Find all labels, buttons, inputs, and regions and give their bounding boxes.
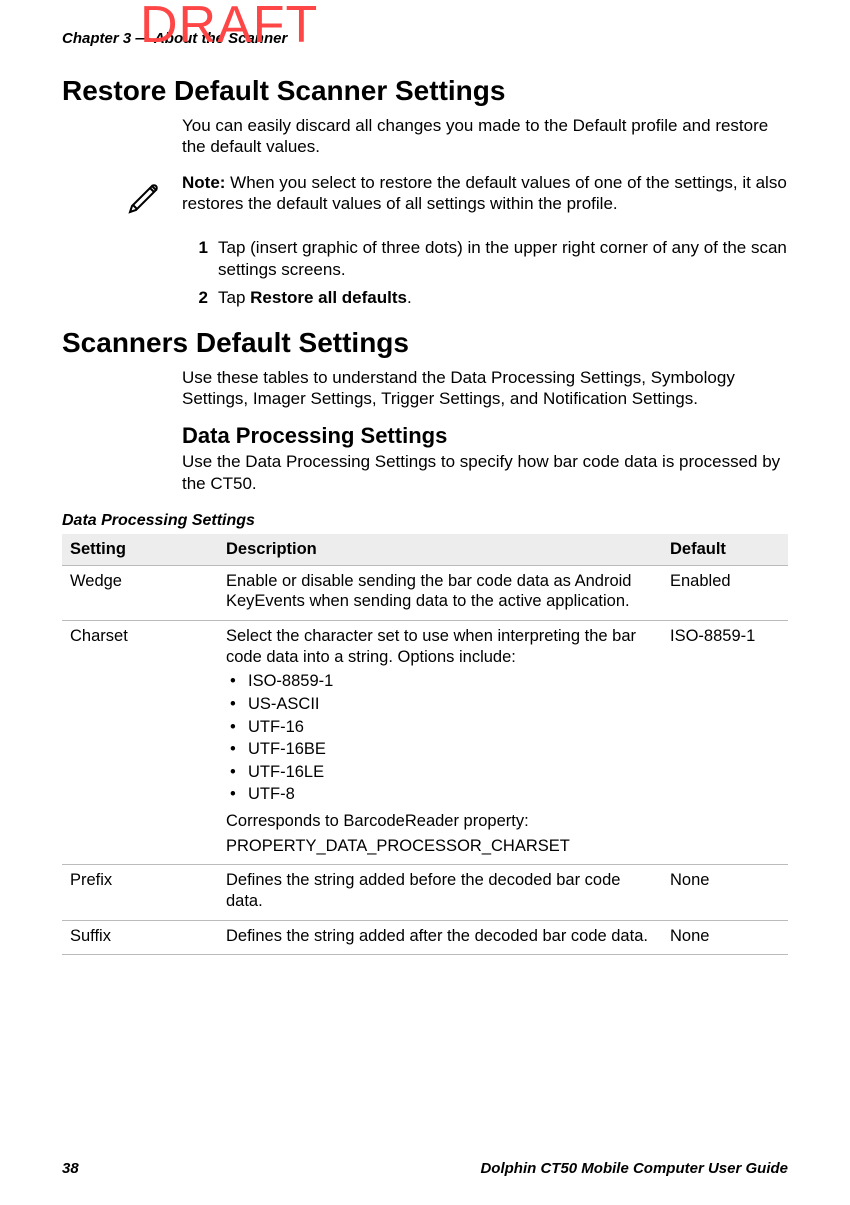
cell-setting: Wedge: [62, 565, 218, 620]
step-number: 2: [182, 287, 208, 309]
list-item: UTF-16BE: [230, 739, 654, 760]
th-default: Default: [662, 534, 788, 566]
note-text: Note: When you select to restore the def…: [182, 172, 788, 215]
section2-intro: Use these tables to understand the Data …: [182, 367, 788, 410]
table-row: Wedge Enable or disable sending the bar …: [62, 565, 788, 620]
cell-description: Enable or disable sending the bar code d…: [218, 565, 662, 620]
step-text: Tap (insert graphic of three dots) in th…: [218, 237, 788, 281]
cell-description: Defines the string added after the decod…: [218, 920, 662, 955]
list-item: UTF-16LE: [230, 762, 654, 783]
note-label: Note:: [182, 173, 225, 192]
th-description: Description: [218, 534, 662, 566]
cell-default: Enabled: [662, 565, 788, 620]
steps-list: 1 Tap (insert graphic of three dots) in …: [182, 237, 788, 309]
table-row: Prefix Defines the string added before t…: [62, 865, 788, 920]
section-title-defaults: Scanners Default Settings: [62, 327, 788, 359]
section-title-restore: Restore Default Scanner Settings: [62, 75, 788, 107]
note-block: Note: When you select to restore the def…: [182, 172, 788, 221]
note-body: When you select to restore the default v…: [182, 173, 787, 213]
page-number: 38: [62, 1160, 79, 1177]
list-item: US-ASCII: [230, 694, 654, 715]
cell-description: Select the character set to use when int…: [218, 621, 662, 865]
data-processing-table: Setting Description Default Wedge Enable…: [62, 534, 788, 955]
table-row: Suffix Defines the string added after th…: [62, 920, 788, 955]
step-item: 2 Tap Restore all defaults.: [182, 287, 788, 309]
cell-setting: Suffix: [62, 920, 218, 955]
chapter-running-head: Chapter 3 — About the Scanner: [62, 30, 788, 47]
cell-default: None: [662, 865, 788, 920]
list-item: UTF-8: [230, 784, 654, 805]
cell-description: Defines the string added before the deco…: [218, 865, 662, 920]
pencil-note-icon: [122, 172, 168, 221]
section1-intro: You can easily discard all changes you m…: [182, 115, 788, 158]
cell-default: ISO-8859-1: [662, 621, 788, 865]
cell-default: None: [662, 920, 788, 955]
th-setting: Setting: [62, 534, 218, 566]
cell-setting: Prefix: [62, 865, 218, 920]
subsection-title-data-processing: Data Processing Settings: [182, 423, 788, 449]
guide-title: Dolphin CT50 Mobile Computer User Guide: [480, 1160, 788, 1177]
step-text: Tap Restore all defaults.: [218, 287, 788, 309]
list-item: UTF-16: [230, 717, 654, 738]
page-footer: 38 Dolphin CT50 Mobile Computer User Gui…: [62, 1160, 788, 1177]
options-list: ISO-8859-1 US-ASCII UTF-16 UTF-16BE UTF-…: [230, 671, 654, 805]
list-item: ISO-8859-1: [230, 671, 654, 692]
step-item: 1 Tap (insert graphic of three dots) in …: [182, 237, 788, 281]
table-row: Charset Select the character set to use …: [62, 621, 788, 865]
subsection-intro: Use the Data Processing Settings to spec…: [182, 451, 788, 494]
cell-setting: Charset: [62, 621, 218, 865]
page: DRAFT Chapter 3 — About the Scanner Rest…: [0, 0, 850, 1205]
table-caption: Data Processing Settings: [62, 512, 788, 530]
step-number: 1: [182, 237, 208, 281]
